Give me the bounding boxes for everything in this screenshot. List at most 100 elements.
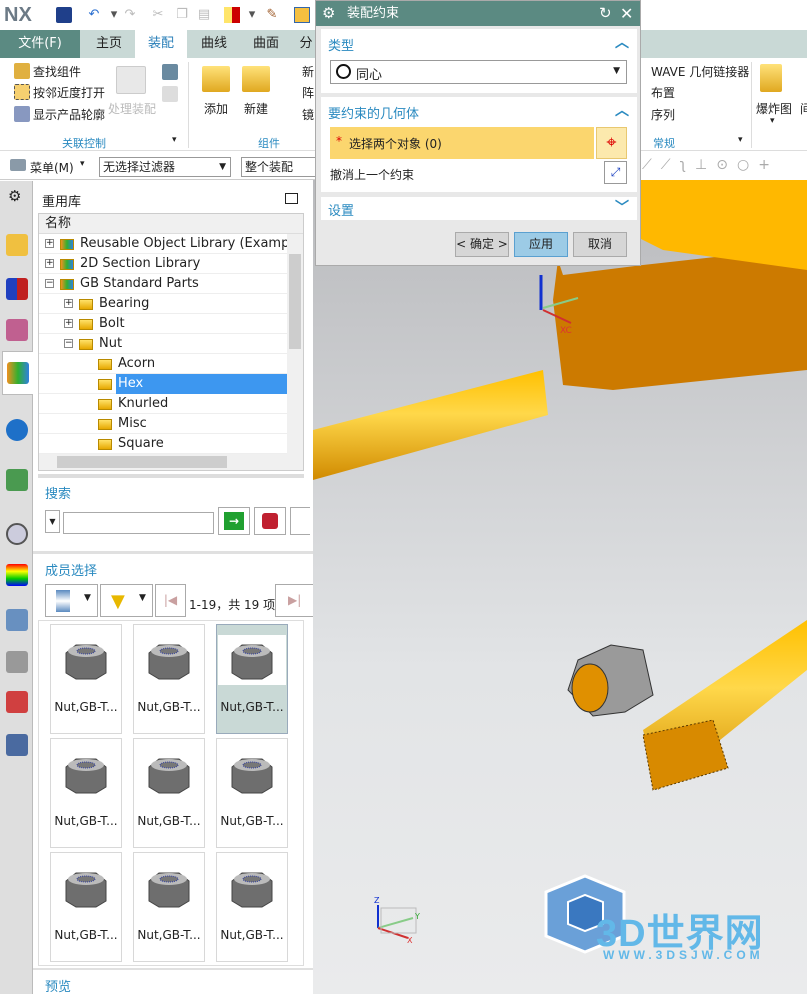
rod-part[interactable]: [313, 370, 548, 480]
close-icon[interactable]: ✕: [620, 1, 633, 26]
search-history-dropdown[interactable]: ▼: [45, 510, 60, 533]
wave-linker-button[interactable]: WAVE 几何链接器: [651, 63, 749, 80]
array-component-button[interactable]: 阵: [302, 84, 314, 101]
part-navigator-icon[interactable]: [6, 319, 28, 341]
member-tile[interactable]: Nut,GB-T...: [133, 624, 205, 734]
save-icon[interactable]: [56, 7, 72, 23]
exploded-view-dropdown-icon[interactable]: ▾: [770, 116, 775, 126]
collapse-icon[interactable]: ︿: [615, 32, 629, 52]
expand-icon[interactable]: +: [45, 239, 54, 248]
exploded-view-button[interactable]: 爆炸图: [756, 100, 792, 117]
collapse-icon[interactable]: −: [45, 279, 54, 288]
reset-icon[interactable]: ↻: [599, 1, 612, 26]
expand-icon[interactable]: +: [64, 319, 73, 328]
tab-file[interactable]: 文件(F): [0, 30, 80, 58]
tree-item[interactable]: − GB Standard Parts: [39, 274, 287, 294]
tab-home[interactable]: 主页: [84, 30, 134, 58]
save-context-icon[interactable]: [162, 64, 178, 80]
tab-analysis[interactable]: 分: [296, 30, 316, 58]
vertical-scrollbar[interactable]: [287, 234, 303, 454]
switch-window-icon[interactable]: [294, 7, 310, 23]
advanced-search-button[interactable]: [290, 507, 310, 535]
scope-select[interactable]: 整个装配: [241, 157, 321, 177]
manufacturing-wizard-icon[interactable]: [6, 651, 28, 673]
constraint-type-select[interactable]: 同心 ▼: [330, 60, 627, 84]
search-go-button[interactable]: →: [218, 507, 250, 535]
select-objects-field[interactable]: * 选择两个对象 (0): [330, 127, 594, 159]
expand-icon[interactable]: +: [64, 299, 73, 308]
find-component-button[interactable]: 查找组件: [33, 63, 81, 80]
member-tile[interactable]: Nut,GB-T...: [216, 624, 288, 734]
member-tile[interactable]: Nut,GB-T...: [216, 738, 288, 848]
horizontal-scrollbar[interactable]: [39, 454, 303, 470]
tree-item[interactable]: Square: [39, 434, 287, 454]
menu-dropdown-icon[interactable]: ▾: [80, 159, 85, 169]
member-tile[interactable]: Nut,GB-T...: [50, 852, 122, 962]
filter-dropdown[interactable]: ▼ ▼: [100, 584, 153, 617]
sequence-button[interactable]: 序列: [651, 106, 675, 123]
assembly-navigator-icon[interactable]: [6, 234, 28, 256]
group-expand-icon[interactable]: ▾: [738, 135, 743, 145]
system-materials-icon[interactable]: [6, 734, 28, 756]
reuse-library-tab[interactable]: [2, 351, 33, 395]
apply-button[interactable]: 应用: [514, 232, 568, 257]
maximize-icon[interactable]: [285, 193, 298, 204]
member-tile[interactable]: Nut,GB-T...: [50, 738, 122, 848]
tree-item[interactable]: + Reusable Object Library (Example C: [39, 234, 303, 254]
previous-page-button[interactable]: |◀: [155, 584, 186, 617]
mirror-assembly-button[interactable]: 镜: [302, 106, 314, 123]
undo-dropdown-icon[interactable]: ▾: [106, 7, 122, 23]
restore-context-icon[interactable]: [162, 86, 178, 102]
view-mode-dropdown[interactable]: ▼: [45, 584, 98, 617]
process-assembly-button[interactable]: 处理装配: [108, 100, 156, 117]
info-icon[interactable]: [6, 419, 28, 441]
window-icon[interactable]: [224, 7, 240, 23]
scrollbar-thumb[interactable]: [57, 456, 227, 468]
show-product-outline-button[interactable]: 显示产品轮廓: [33, 106, 105, 123]
tree-item[interactable]: Hex: [39, 374, 303, 394]
open-by-proximity-button[interactable]: 按邻近度打开: [33, 84, 105, 101]
arrangement-button[interactable]: 布置: [651, 84, 675, 101]
member-tile[interactable]: Nut,GB-T...: [50, 624, 122, 734]
tab-surface[interactable]: 曲面: [240, 30, 292, 58]
tree-item[interactable]: Knurled: [39, 394, 287, 414]
redo-icon[interactable]: ↷: [122, 7, 138, 23]
scrollbar-thumb[interactable]: [289, 254, 301, 349]
search-input[interactable]: [63, 512, 214, 534]
tree-item[interactable]: − Nut: [39, 334, 287, 354]
expand-icon[interactable]: ﹀: [615, 197, 629, 217]
interference-button[interactable]: 间: [800, 100, 807, 117]
undo-icon[interactable]: ↶: [86, 7, 102, 23]
graphics-viewport[interactable]: YC XC Z Y X 3D世界网 WWW.3DSJW.COM: [313, 176, 807, 994]
constraint-navigator-icon[interactable]: [6, 278, 28, 300]
menu-button[interactable]: 菜单(M): [30, 159, 74, 176]
collapse-icon[interactable]: ︿: [615, 100, 629, 120]
history-clock-icon[interactable]: [6, 523, 28, 545]
crosshair-select-button[interactable]: ⌖: [596, 127, 627, 159]
settings-section[interactable]: 设置 ﹀: [321, 197, 637, 220]
member-tile[interactable]: Nut,GB-T...: [133, 852, 205, 962]
add-component-button[interactable]: 添加: [204, 100, 228, 117]
new-parent-button[interactable]: 新: [302, 63, 314, 80]
snap-point-icons[interactable]: ⟋⟋ʅ⊥⊙○+: [642, 157, 779, 173]
tree-item[interactable]: + Bearing: [39, 294, 287, 314]
splitter[interactable]: [38, 474, 304, 478]
copy-icon[interactable]: ❐: [174, 7, 190, 23]
member-tile[interactable]: Nut,GB-T...: [133, 738, 205, 848]
window-dropdown-icon[interactable]: ▾: [244, 7, 260, 23]
tab-curve[interactable]: 曲线: [188, 30, 240, 58]
collapse-icon[interactable]: −: [64, 339, 73, 348]
process-studio-icon[interactable]: [6, 609, 28, 631]
ok-button[interactable]: < 确定 >: [455, 232, 509, 257]
role-icon[interactable]: [6, 691, 28, 713]
group-expand-icon[interactable]: ▾: [172, 135, 177, 145]
member-tile[interactable]: Nut,GB-T...: [216, 852, 288, 962]
tree-item[interactable]: Acorn: [39, 354, 287, 374]
cut-icon[interactable]: ✂: [150, 7, 166, 23]
clear-search-button[interactable]: [254, 507, 286, 535]
new-component-button[interactable]: 新建: [244, 100, 268, 117]
tree-item[interactable]: +2D Section Library: [39, 254, 287, 274]
undo-last-constraint-button[interactable]: ⤢: [604, 161, 627, 184]
web-browser-icon[interactable]: [6, 469, 28, 491]
next-page-button[interactable]: ▶|: [275, 584, 313, 617]
